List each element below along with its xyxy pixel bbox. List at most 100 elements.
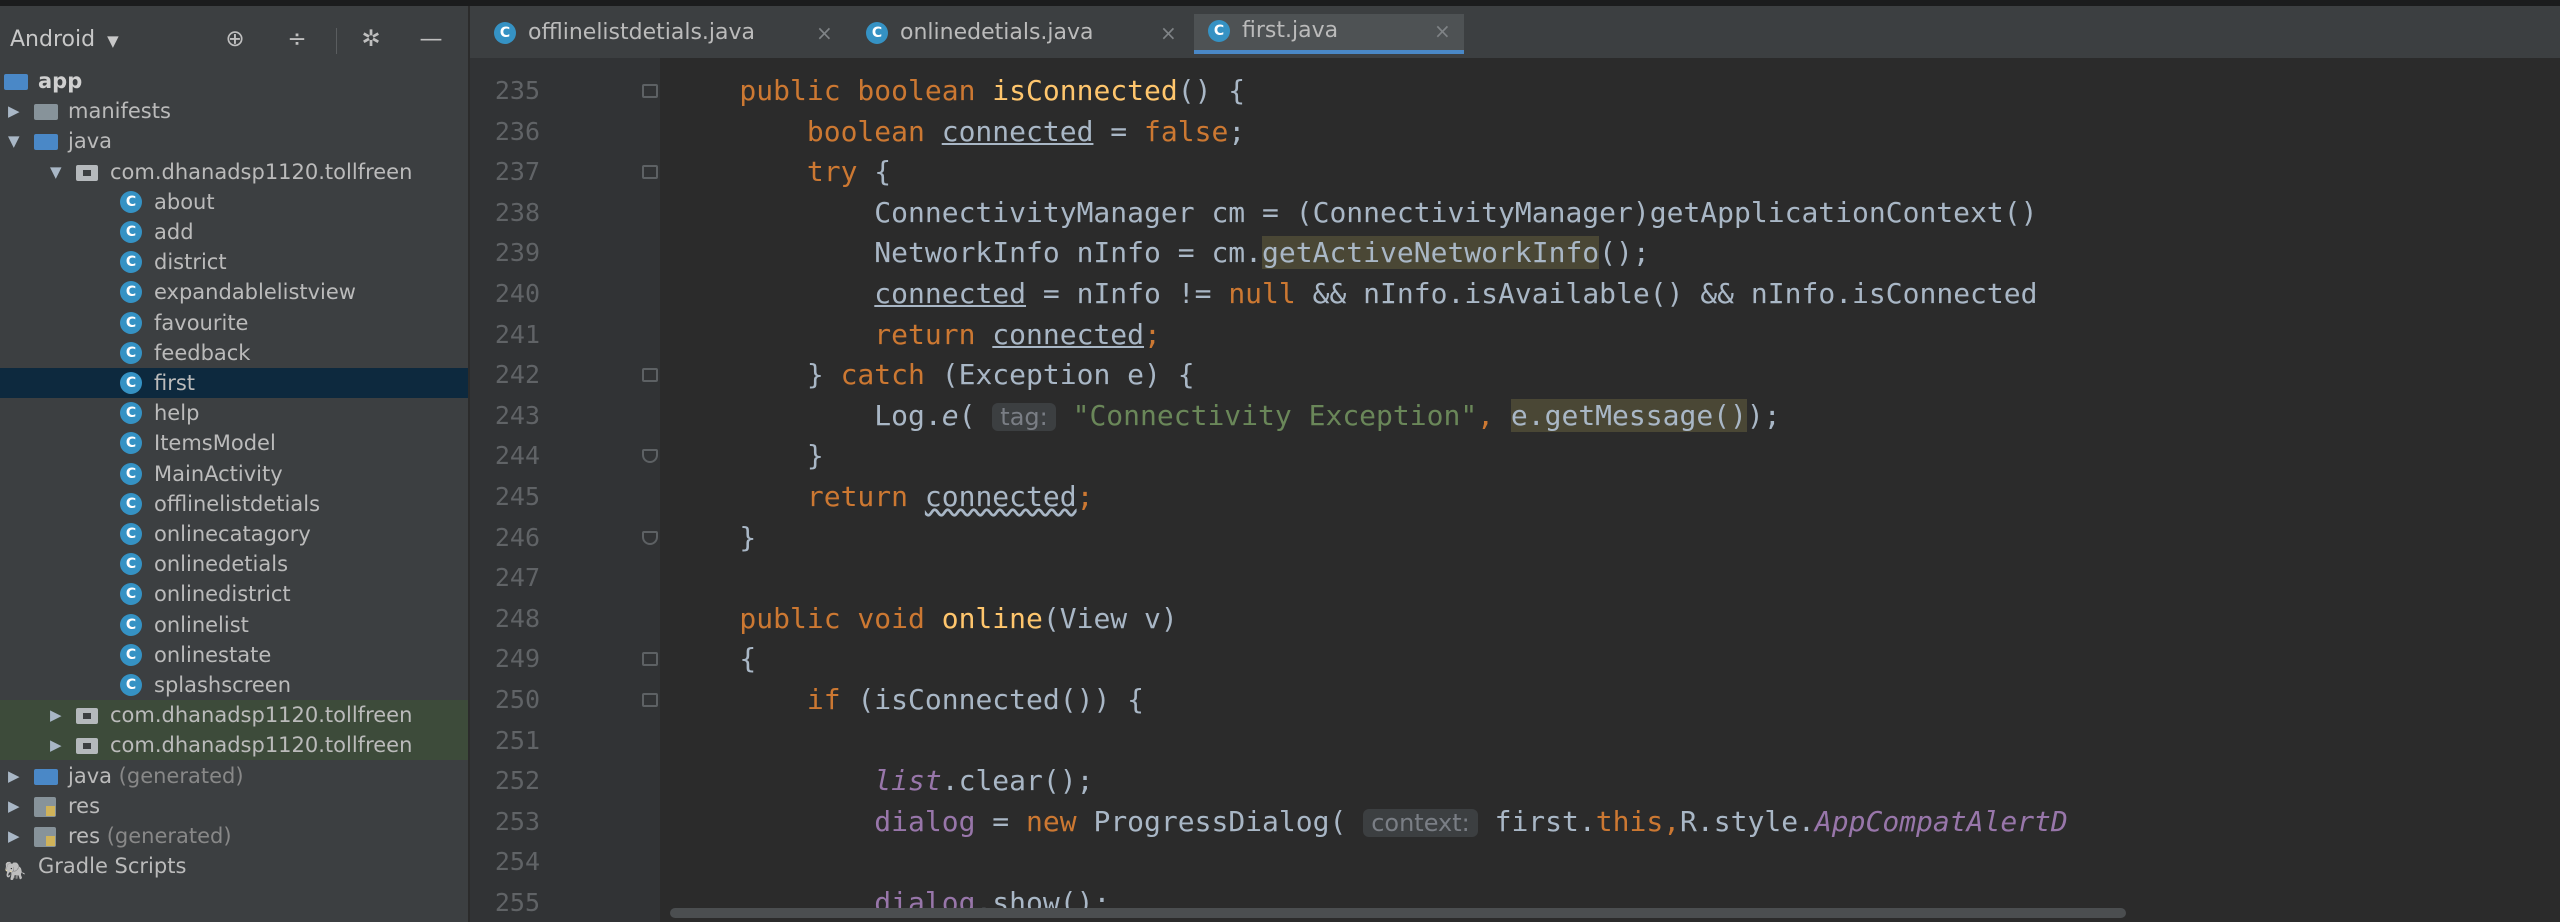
tree-node-package[interactable]: ▶ com.dhanadsp1120.tollfreen	[0, 730, 468, 761]
tree-node-class[interactable]: Cofflinelistdetials	[0, 489, 468, 519]
expanded-arrow-icon[interactable]: ▼	[50, 157, 62, 187]
collapsed-arrow-icon[interactable]: ▶	[50, 700, 62, 730]
code-line[interactable]: Log.e( tag: "Connectivity Exception", e.…	[660, 398, 1781, 433]
tree-node-class[interactable]: C ItemsModel	[0, 428, 468, 458]
tree-node-label: manifests	[68, 96, 171, 126]
tree-node-class[interactable]: Conlinestate	[0, 640, 468, 670]
editor-tab[interactable]: Cofflinelistdetials.java ×	[480, 16, 846, 50]
code-token: (View v)	[1042, 601, 1178, 635]
collapsed-arrow-icon[interactable]: ▶	[50, 730, 62, 760]
tree-node-folder[interactable]: ▶ manifests	[0, 96, 468, 126]
close-icon[interactable]: ×	[1434, 14, 1451, 48]
tree-node-label: java	[68, 126, 112, 156]
tree-node-class[interactable]: Conlinedistrict	[0, 579, 468, 609]
tree-node-class[interactable]: Conlinelist	[0, 610, 468, 640]
fold-marker-icon[interactable]	[642, 368, 658, 383]
code-line[interactable]	[660, 724, 672, 758]
class-icon: C	[120, 251, 142, 274]
code-line[interactable]: NetworkInfo nInfo = cm.getActiveNetworkI…	[660, 236, 1650, 270]
fold-marker-icon[interactable]	[642, 530, 658, 545]
tree-node-res[interactable]: ▶ res	[0, 791, 468, 821]
code-line[interactable]: dialog = new ProgressDialog( context: fi…	[660, 804, 2067, 839]
tree-node-gradle[interactable]: 🐘 Gradle Scripts	[0, 851, 468, 881]
line-number-gutter: 235 236 237 238 239 240 241 242 243 244 245 246 247 2…	[470, 58, 660, 922]
editor-tab[interactable]: Cfirst.java ×	[1194, 14, 1464, 54]
tree-node-class[interactable]: Cabout	[0, 187, 468, 217]
code-token: }	[672, 520, 757, 554]
project-view-label: Android	[10, 27, 96, 52]
code-token: ();	[1599, 236, 1650, 270]
close-icon[interactable]: ×	[816, 16, 833, 50]
tree-node-class[interactable]: Cfavourite	[0, 308, 468, 338]
fold-marker-icon[interactable]	[642, 652, 658, 667]
tree-node-label: onlinedistrict	[154, 579, 291, 609]
collapsed-arrow-icon[interactable]: ▶	[8, 96, 20, 126]
collapsed-arrow-icon[interactable]: ▶	[8, 761, 20, 791]
code-token: = nInfo !=	[1026, 277, 1229, 310]
tree-node-package[interactable]: ▼ com.dhanadsp1120.tollfreen	[0, 157, 468, 187]
tree-node-label: Gradle Scripts	[38, 851, 186, 881]
fold-marker-icon[interactable]	[642, 84, 658, 98]
tree-node-text: expandablelistview	[154, 280, 356, 305]
gear-icon[interactable]: ✲	[356, 24, 386, 54]
tree-node-class[interactable]: Conlinedetials	[0, 549, 468, 579]
code-line[interactable]: public void online(View v)	[660, 601, 1178, 636]
code-token: connected	[924, 480, 1077, 513]
tree-node-folder-blue[interactable]: ▼ java	[0, 126, 468, 156]
horizontal-scrollbar[interactable]	[670, 908, 2126, 918]
code-line[interactable]: connected = nInfo != null && nInfo.isAva…	[660, 277, 2037, 311]
code-editor[interactable]: 235 236 237 238 239 240 241 242 243 244 245 246 247 2…	[470, 58, 2560, 922]
collapse-icon[interactable]: ÷	[282, 24, 312, 54]
fold-marker-icon[interactable]	[642, 693, 658, 707]
fold-marker-icon[interactable]	[642, 449, 658, 464]
code-line[interactable]: {	[660, 642, 756, 676]
project-view-selector[interactable]: Android ▼	[10, 26, 119, 54]
tree-node-res[interactable]: ▶ res (generated)	[0, 821, 468, 851]
code-line[interactable]: if (isConnected()) {	[660, 683, 1144, 717]
tree-node-text: splashscreen	[154, 673, 292, 697]
code-line[interactable]: }	[660, 521, 756, 555]
tree-node-class[interactable]: Conlinecatagory	[0, 519, 468, 549]
minimize-icon[interactable]: —	[416, 24, 446, 54]
tree-node-module[interactable]: app	[0, 66, 468, 96]
code-token: "Connectivity Exception"	[1072, 398, 1478, 432]
code-line[interactable]: } catch (Exception e) {	[660, 358, 1195, 392]
tree-node-class[interactable]: C MainActivity	[0, 459, 468, 489]
tree-node-class[interactable]: Cdistrict	[0, 247, 468, 277]
code-line[interactable]: public boolean isConnected() {	[660, 74, 1245, 108]
target-icon[interactable]: ⊕	[220, 24, 250, 54]
tree-node-text: com.dhanadsp1120.tollfreen	[110, 703, 413, 728]
code-line[interactable]: return connected;	[660, 318, 1161, 352]
editor-tab[interactable]: Conlinedetials.java ×	[852, 16, 1190, 50]
tree-node-text: help	[154, 401, 200, 426]
tree-node-text: onlinedistrict	[154, 582, 291, 607]
tree-node-class[interactable]: Cfeedback	[0, 338, 468, 368]
fold-marker-icon[interactable]	[642, 165, 658, 180]
code-token: public boolean	[672, 74, 993, 107]
code-line[interactable]: try {	[660, 155, 891, 189]
code-line[interactable]: return connected;	[660, 480, 1094, 514]
tree-node-class[interactable]: Csplashscreen	[0, 670, 468, 700]
package-icon	[76, 734, 98, 755]
collapsed-arrow-icon[interactable]: ▶	[8, 821, 20, 851]
code-line[interactable]: }	[660, 439, 824, 473]
tree-node-label: app	[38, 66, 82, 96]
project-panel: Android ▼ ⊕ ÷ ✲ — app ▶ manifests ▼ java ▼ com.…	[0, 6, 468, 922]
code-line[interactable]	[660, 561, 672, 595]
tree-node-class[interactable]: Cexpandablelistview	[0, 277, 468, 307]
tree-node-folder-gen[interactable]: ▶ java (generated)	[0, 761, 468, 791]
code-line[interactable]	[660, 845, 672, 879]
expanded-arrow-icon[interactable]: ▼	[8, 126, 20, 156]
tree-node-package[interactable]: ▶ com.dhanadsp1120.tollfreen	[0, 700, 468, 731]
code-line[interactable]: ConnectivityManager cm = (ConnectivityMa…	[660, 196, 2037, 230]
tree-node-label: first	[154, 368, 195, 398]
code-token: ProgressDialog(	[1093, 804, 1364, 838]
tree-node-class[interactable]: Chelp	[0, 398, 468, 428]
collapsed-arrow-icon[interactable]: ▶	[8, 791, 20, 821]
code-token: new	[1026, 804, 1094, 838]
tree-node-class[interactable]: Cadd	[0, 217, 468, 247]
code-line[interactable]: list.clear();	[660, 764, 1093, 798]
close-icon[interactable]: ×	[1160, 16, 1177, 50]
tree-node-class[interactable]: Cfirst	[0, 368, 468, 398]
code-line[interactable]: boolean connected = false;	[660, 115, 1245, 149]
